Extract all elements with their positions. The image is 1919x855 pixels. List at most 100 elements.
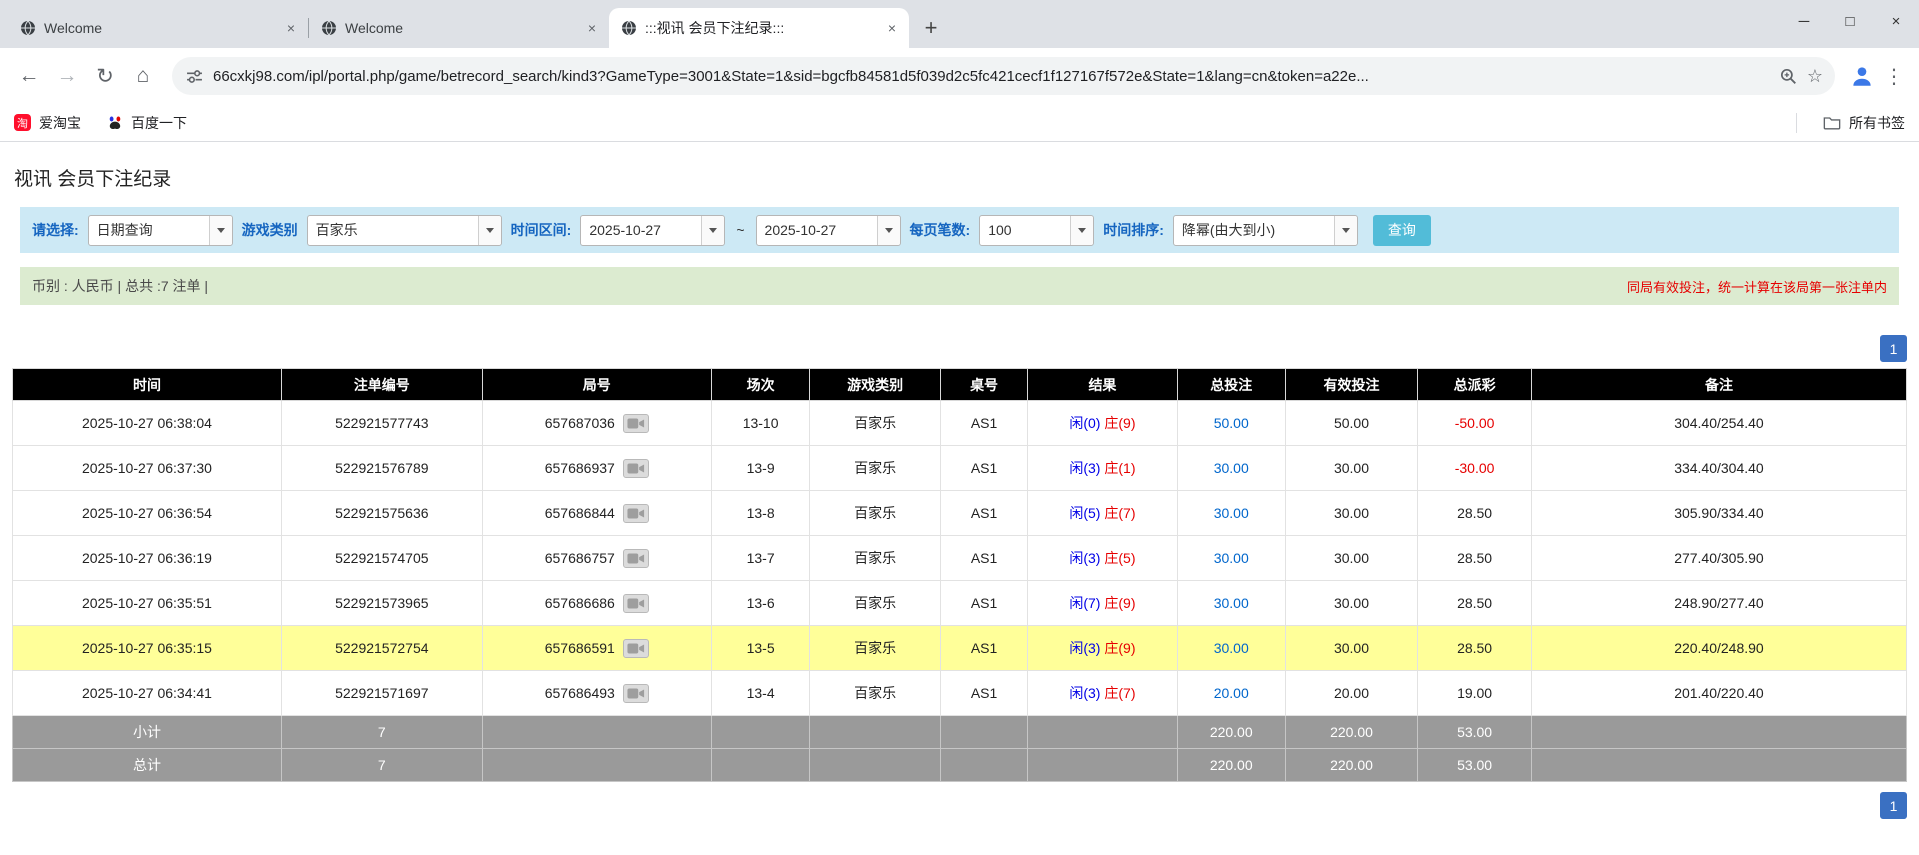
cell-valid-bet: 20.00 bbox=[1285, 671, 1418, 716]
cell-result: 闲(3) 庄(9) bbox=[1028, 626, 1178, 671]
forward-button[interactable]: → bbox=[48, 57, 86, 95]
page-size-select[interactable]: 100 bbox=[979, 215, 1094, 246]
cell-total-bet[interactable]: 30.00 bbox=[1177, 536, 1285, 581]
date-from-select[interactable]: 2025-10-27 bbox=[580, 215, 725, 246]
bet-row: 2025-10-27 06:37:30522921576789657686937… bbox=[13, 446, 1907, 491]
video-replay-icon[interactable] bbox=[623, 549, 649, 568]
cell-payout: 19.00 bbox=[1418, 671, 1532, 716]
cell-payout: 28.50 bbox=[1418, 581, 1532, 626]
column-header: 注单编号 bbox=[281, 369, 482, 401]
cell-time: 2025-10-27 06:35:15 bbox=[13, 626, 282, 671]
bet-row: 2025-10-27 06:35:15522921572754657686591… bbox=[13, 626, 1907, 671]
cell-valid-bet: 50.00 bbox=[1285, 401, 1418, 446]
video-replay-icon[interactable] bbox=[623, 504, 649, 523]
sum-empty bbox=[482, 749, 711, 782]
sum-total-bet: 220.00 bbox=[1177, 716, 1285, 749]
tab-bet-records-active[interactable]: :::视讯 会员下注纪录::: × bbox=[609, 8, 909, 48]
cell-result: 闲(0) 庄(9) bbox=[1028, 401, 1178, 446]
cell-time: 2025-10-27 06:36:54 bbox=[13, 491, 282, 536]
date-range-separator: ~ bbox=[734, 222, 746, 238]
cell-note: 304.40/254.40 bbox=[1531, 401, 1906, 446]
video-replay-icon[interactable] bbox=[623, 459, 649, 478]
chevron-down-icon[interactable] bbox=[209, 216, 232, 245]
column-header: 总派彩 bbox=[1418, 369, 1532, 401]
cell-round-id: 657686493 bbox=[482, 671, 711, 716]
tab-welcome-2[interactable]: Welcome × bbox=[309, 8, 609, 48]
sum-empty bbox=[810, 716, 941, 749]
chevron-down-icon[interactable] bbox=[701, 216, 724, 245]
date-from-value: 2025-10-27 bbox=[581, 216, 701, 245]
page-number-button[interactable]: 1 bbox=[1880, 792, 1907, 819]
all-bookmarks-button[interactable]: 所有书签 bbox=[1823, 113, 1905, 133]
cell-bet-id: 522921577743 bbox=[281, 401, 482, 446]
cell-total-bet[interactable]: 50.00 bbox=[1177, 401, 1285, 446]
tab-close-icon[interactable]: × bbox=[883, 19, 901, 37]
currency-summary-text: 币别 : 人民币 | 总共 :7 注单 | bbox=[32, 276, 208, 296]
close-button[interactable]: × bbox=[1873, 0, 1919, 42]
reload-button[interactable]: ↻ bbox=[86, 57, 124, 95]
cell-game-type: 百家乐 bbox=[810, 671, 941, 716]
address-bar[interactable]: 66cxkj98.com/ipl/portal.php/game/betreco… bbox=[172, 57, 1835, 95]
tab-close-icon[interactable]: × bbox=[583, 19, 601, 37]
cell-table-no: AS1 bbox=[941, 626, 1028, 671]
site-info-icon[interactable] bbox=[186, 68, 203, 85]
cell-total-bet[interactable]: 30.00 bbox=[1177, 626, 1285, 671]
bookmark-baidu[interactable]: 百度一下 bbox=[107, 113, 187, 133]
cell-round-id: 657686757 bbox=[482, 536, 711, 581]
chevron-down-icon[interactable] bbox=[478, 216, 501, 245]
tab-strip: Welcome × Welcome × :::视讯 会员下注纪录::: × + … bbox=[0, 0, 1919, 48]
game-type-select[interactable]: 百家乐 bbox=[307, 215, 502, 246]
url-text: 66cxkj98.com/ipl/portal.php/game/betreco… bbox=[213, 68, 1769, 85]
date-to-select[interactable]: 2025-10-27 bbox=[756, 215, 901, 246]
folder-icon bbox=[1823, 115, 1841, 130]
globe-favicon-icon bbox=[321, 20, 337, 36]
chevron-down-icon[interactable] bbox=[877, 216, 900, 245]
browser-toolbar: ← → ↻ ⌂ 66cxkj98.com/ipl/portal.php/game… bbox=[0, 48, 1919, 104]
video-replay-icon[interactable] bbox=[623, 594, 649, 613]
chevron-down-icon[interactable] bbox=[1334, 216, 1357, 245]
zoom-icon[interactable] bbox=[1779, 67, 1797, 85]
cell-note: 305.90/334.40 bbox=[1531, 491, 1906, 536]
bookmark-star-icon[interactable]: ☆ bbox=[1807, 66, 1823, 87]
cell-total-bet[interactable]: 20.00 bbox=[1177, 671, 1285, 716]
cell-total-bet[interactable]: 30.00 bbox=[1177, 491, 1285, 536]
profile-avatar[interactable] bbox=[1845, 59, 1879, 93]
tab-close-icon[interactable]: × bbox=[282, 19, 300, 37]
page-number-button[interactable]: 1 bbox=[1880, 335, 1907, 362]
video-replay-icon[interactable] bbox=[623, 684, 649, 703]
home-button[interactable]: ⌂ bbox=[124, 57, 162, 95]
column-header: 游戏类别 bbox=[810, 369, 941, 401]
sum-valid-bet: 220.00 bbox=[1285, 716, 1418, 749]
cell-note: 248.90/277.40 bbox=[1531, 581, 1906, 626]
sum-label: 小计 bbox=[13, 716, 282, 749]
cell-time: 2025-10-27 06:34:41 bbox=[13, 671, 282, 716]
minimize-button[interactable]: ─ bbox=[1781, 0, 1827, 42]
cell-time: 2025-10-27 06:37:30 bbox=[13, 446, 282, 491]
sum-empty bbox=[1028, 716, 1178, 749]
new-tab-button[interactable]: + bbox=[917, 14, 945, 42]
bookmark-label: 百度一下 bbox=[131, 113, 187, 133]
query-type-select[interactable]: 日期查询 bbox=[88, 215, 233, 246]
cell-total-bet[interactable]: 30.00 bbox=[1177, 581, 1285, 626]
chevron-down-icon[interactable] bbox=[1070, 216, 1093, 245]
query-button[interactable]: 查询 bbox=[1373, 215, 1431, 246]
bet-records-table: 时间注单编号局号场次游戏类别桌号结果总投注有效投注总派彩备注 2025-10-2… bbox=[12, 368, 1907, 782]
tab-title: :::视讯 会员下注纪录::: bbox=[645, 18, 875, 38]
cell-table-no: AS1 bbox=[941, 446, 1028, 491]
filter-label-time-range: 时间区间: bbox=[511, 220, 572, 240]
cell-game-type: 百家乐 bbox=[810, 536, 941, 581]
video-replay-icon[interactable] bbox=[623, 414, 649, 433]
cell-payout: 28.50 bbox=[1418, 491, 1532, 536]
back-button[interactable]: ← bbox=[10, 57, 48, 95]
video-replay-icon[interactable] bbox=[623, 639, 649, 658]
cell-session: 13-9 bbox=[711, 446, 809, 491]
bookmark-aitaobao[interactable]: 淘 爱淘宝 bbox=[14, 113, 81, 133]
menu-kebab-icon[interactable]: ⋮ bbox=[1879, 64, 1909, 89]
cell-session: 13-6 bbox=[711, 581, 809, 626]
tab-title: Welcome bbox=[345, 20, 575, 36]
tab-welcome-1[interactable]: Welcome × bbox=[8, 8, 308, 48]
maximize-button[interactable]: □ bbox=[1827, 0, 1873, 42]
cell-total-bet[interactable]: 30.00 bbox=[1177, 446, 1285, 491]
sort-order-select[interactable]: 降幂(由大到小) bbox=[1173, 215, 1358, 246]
sum-empty bbox=[711, 716, 809, 749]
